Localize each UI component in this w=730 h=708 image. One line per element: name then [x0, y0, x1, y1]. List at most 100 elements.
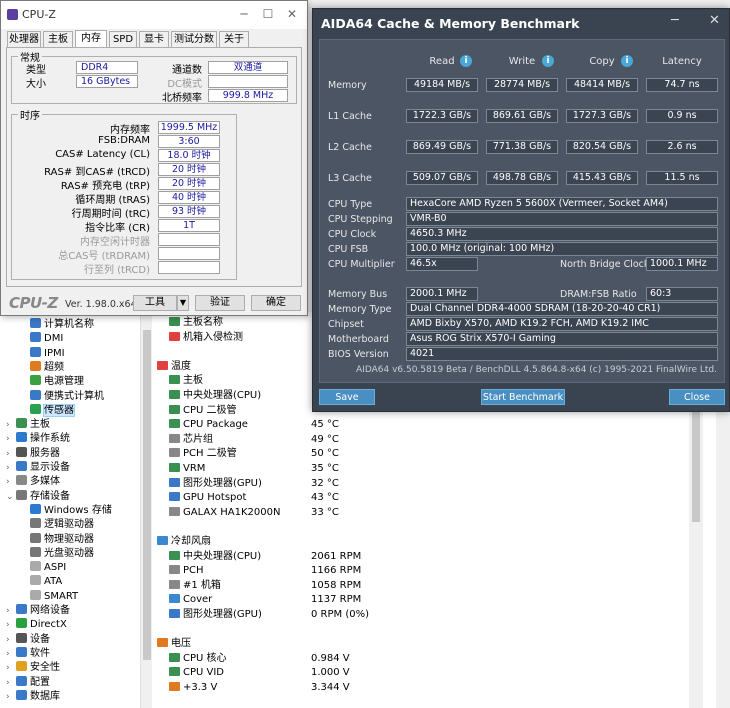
sensor-row[interactable]: CPU 核心 0.984 V: [169, 652, 549, 666]
info-icon[interactable]: i: [621, 55, 633, 67]
maximize-icon[interactable]: ☐: [257, 5, 279, 23]
start-benchmark-button[interactable]: Start Benchmark: [481, 389, 565, 405]
bench-write-value: 771.38 GB/s: [486, 140, 558, 154]
tree-item[interactable]: 电源管理: [30, 375, 84, 389]
save-button[interactable]: Save: [319, 389, 375, 405]
info-icon[interactable]: i: [460, 55, 472, 67]
cpuz-titlebar[interactable]: CPU-Z ─ ☐ ✕: [1, 1, 307, 29]
tree-item[interactable]: 超频: [30, 360, 64, 375]
close-icon[interactable]: ✕: [281, 5, 303, 23]
info-icon[interactable]: i: [542, 55, 554, 67]
sensor-row[interactable]: GALAX HA1K2000N 33 °C: [169, 506, 549, 520]
section-header[interactable]: 电压: [157, 637, 537, 651]
motherboard-value: Asus ROG Strix X570-I Gaming: [406, 332, 718, 346]
tree-item[interactable]: › 数据库: [6, 689, 60, 704]
cpuz-logo: CPU-Z: [9, 294, 58, 312]
tree-item[interactable]: › 服务器: [6, 446, 60, 461]
tree-item[interactable]: 光盘驱动器: [30, 546, 94, 561]
sensor-icon: [169, 506, 180, 516]
expand-chevron-icon[interactable]: ›: [6, 604, 16, 618]
cpuz-title: CPU-Z: [22, 8, 56, 21]
tree-item[interactable]: › 软件: [6, 646, 50, 661]
expand-chevron-icon[interactable]: ›: [6, 461, 16, 475]
tree-node-icon: [16, 689, 27, 700]
tree-item[interactable]: › 显示设备: [6, 461, 70, 475]
sensor-value: 3.344 V: [311, 682, 350, 693]
expand-chevron-icon[interactable]: ›: [6, 676, 16, 690]
sensor-row[interactable]: 中央处理器(CPU) 2061 RPM: [169, 550, 549, 564]
tree-item[interactable]: › 设备: [6, 632, 50, 647]
tree-item[interactable]: DMI: [30, 332, 63, 346]
channels-label: 通道数: [172, 65, 202, 76]
tree-item[interactable]: SMART: [30, 589, 78, 604]
tree-item[interactable]: ATA: [30, 575, 62, 589]
expand-chevron-icon[interactable]: ›: [6, 647, 16, 661]
expand-chevron-icon[interactable]: ›: [6, 661, 16, 675]
sensor-label: 图形处理器(GPU): [183, 609, 262, 620]
expand-chevron-icon[interactable]: ›: [6, 432, 16, 446]
tree-item[interactable]: › 主板: [6, 418, 50, 432]
tab-about[interactable]: 关于: [219, 31, 249, 47]
tree-item[interactable]: 便携式计算机: [30, 389, 104, 404]
tools-dropdown-icon[interactable]: ▼: [177, 295, 189, 311]
tree-item[interactable]: › 安全性: [6, 661, 60, 675]
sensor-row[interactable]: #1 机箱 1058 RPM: [169, 579, 549, 593]
expand-chevron-icon[interactable]: ›: [6, 690, 16, 704]
sensor-label: CPU Package: [183, 419, 248, 431]
tree-item[interactable]: 物理驱动器: [30, 532, 94, 547]
tree-item-label: ASPI: [44, 562, 67, 574]
sensor-row[interactable]: PCH 二极管 50 °C: [169, 447, 549, 461]
tree-item[interactable]: › 操作系统: [6, 432, 70, 446]
expand-chevron-icon[interactable]: ›: [6, 618, 16, 632]
section-header[interactable]: 冷却风扇: [157, 535, 537, 549]
sensor-label: PCH 二极管: [183, 448, 237, 460]
tree-item[interactable]: 计算机名称: [30, 318, 94, 332]
tree-item[interactable]: › 多媒体: [6, 475, 60, 489]
bench-read-value: 869.49 GB/s: [406, 140, 478, 154]
minimize-icon[interactable]: ─: [671, 13, 679, 28]
tab-mainboard[interactable]: 主板: [43, 31, 73, 47]
expand-chevron-icon[interactable]: ›: [6, 633, 16, 647]
tree-scrollbar[interactable]: [140, 312, 152, 708]
sensor-row[interactable]: VRM 35 °C: [169, 462, 549, 476]
close-icon[interactable]: ✕: [709, 13, 720, 28]
tree-item[interactable]: › 配置: [6, 675, 50, 690]
sensor-row[interactable]: PCH 1166 RPM: [169, 564, 549, 578]
sensor-row[interactable]: +3.3 V 3.344 V: [169, 681, 549, 695]
sensor-row[interactable]: 芯片组 49 °C: [169, 433, 549, 447]
bios-value: 4021: [406, 347, 718, 361]
sensor-row[interactable]: Cover 1137 RPM: [169, 593, 549, 607]
expand-chevron-icon[interactable]: ›: [6, 418, 16, 432]
expand-chevron-icon[interactable]: ›: [6, 475, 16, 489]
sensor-row[interactable]: 图形处理器(GPU) 32 °C: [169, 477, 549, 491]
minimize-icon[interactable]: ─: [233, 5, 255, 23]
validate-button[interactable]: 验证: [195, 295, 245, 311]
expand-chevron-icon[interactable]: ⌄: [6, 490, 16, 504]
tab-cpu[interactable]: 处理器: [7, 31, 41, 47]
tree-item[interactable]: ASPI: [30, 561, 66, 575]
timings-group: 时序 内存频率 1999.5 MHz FSB:DRAM 3:60 CAS# Latenc…: [11, 107, 237, 280]
tree-item[interactable]: Windows 存储: [30, 503, 112, 518]
sensor-label: 中央处理器(CPU): [183, 550, 262, 562]
tree-scroll-thumb[interactable]: [143, 330, 151, 660]
sensor-row[interactable]: CPU VID 1.000 V: [169, 666, 549, 680]
tree-item[interactable]: IPMI: [30, 346, 65, 361]
tab-graphics[interactable]: 显卡: [139, 31, 169, 47]
tab-memory[interactable]: 内存: [75, 30, 107, 48]
sensor-row[interactable]: 图形处理器(GPU) 0 RPM (0%): [169, 608, 549, 622]
tree-item[interactable]: › 网络设备: [6, 604, 70, 618]
sensor-row[interactable]: CPU Package 45 °C: [169, 418, 549, 432]
tree-item[interactable]: 传感器: [30, 403, 75, 418]
ok-button[interactable]: 确定: [251, 295, 301, 311]
tools-button[interactable]: 工具: [133, 295, 177, 311]
tree-item[interactable]: ⌄ 存储设备: [6, 489, 70, 504]
tree-item[interactable]: 逻辑驱动器: [30, 518, 94, 532]
sensor-value: 1.000 V: [311, 667, 350, 679]
sensor-row[interactable]: GPU Hotspot 43 °C: [169, 491, 549, 505]
tab-spd[interactable]: SPD: [109, 31, 137, 47]
close-button[interactable]: Close: [669, 389, 725, 405]
expand-chevron-icon[interactable]: ›: [6, 447, 16, 461]
nb-clock-label: North Bridge Clock: [560, 259, 650, 270]
tree-item[interactable]: › DirectX: [6, 618, 67, 632]
tab-bench[interactable]: 测试分数: [171, 31, 217, 47]
